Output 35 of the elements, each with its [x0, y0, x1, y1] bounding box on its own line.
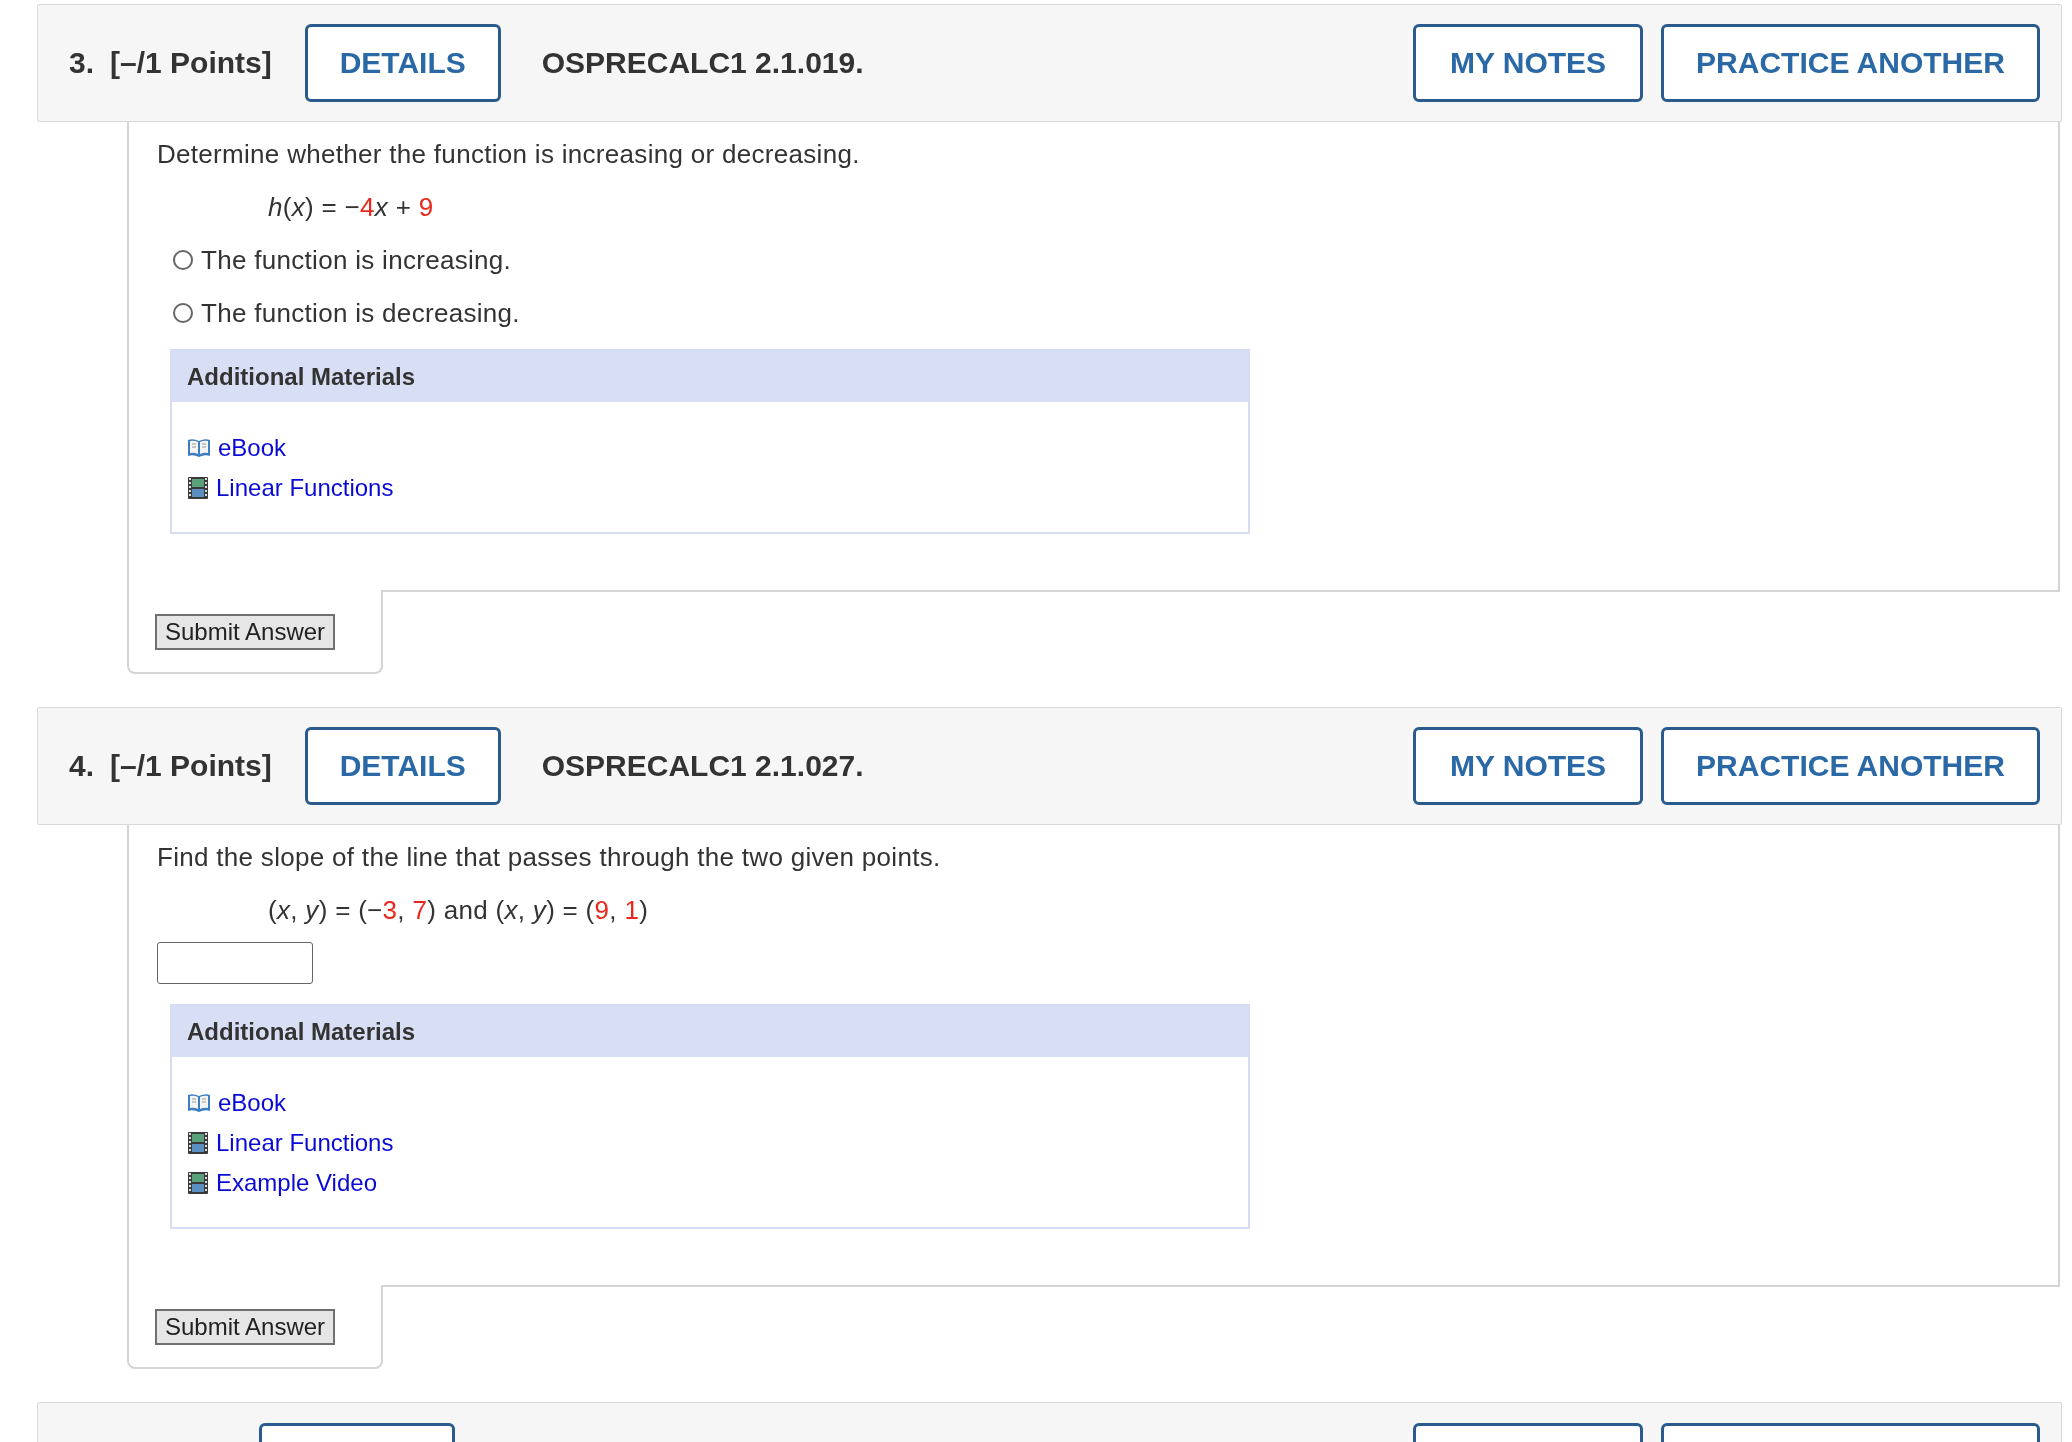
submit-answer-button[interactable]: Submit Answer — [155, 1309, 336, 1345]
my-notes-button[interactable]: MY NOTES — [1413, 727, 1643, 805]
question-prompt: Find the slope of the line that passes through the two given points. — [157, 841, 942, 874]
question-number: 3. — [69, 46, 95, 80]
material-link[interactable]: Example Video — [216, 1169, 377, 1197]
submit-answer-button[interactable]: Submit Answer — [155, 614, 336, 650]
material-link[interactable]: Linear Functions — [216, 1129, 394, 1157]
practice-another-button[interactable]: PRACTICE ANOTHER — [1661, 727, 2040, 805]
option-label: The function is decreasing. — [201, 297, 520, 329]
book-icon — [187, 437, 211, 459]
question-number: 4. — [69, 749, 95, 783]
film-strip-icon — [187, 1171, 209, 1195]
practice-another-button[interactable]: PRACTICE ANOTHER — [1661, 24, 2040, 102]
film-strip-icon — [187, 476, 209, 500]
book-icon — [187, 1092, 211, 1114]
film-strip-icon — [187, 1131, 209, 1155]
radio-button[interactable] — [173, 250, 193, 270]
details-button[interactable]: DETAILS — [304, 727, 501, 805]
material-link[interactable]: eBook — [218, 1089, 287, 1117]
my-notes-button[interactable]: MY NOTES — [1413, 24, 1643, 102]
points-label: [–/1 Points] — [110, 46, 272, 80]
equation: h(x) = −4x + 9 — [268, 191, 434, 223]
materials-title: Additional Materials — [172, 351, 1248, 402]
option-label: The function is increasing. — [201, 244, 512, 276]
points-label: [–/1 Points] — [110, 749, 272, 783]
equation: (x, y) = (−3, 7) and (x, y) = (9, 1) — [268, 894, 649, 926]
material-link[interactable]: Linear Functions — [216, 474, 394, 502]
answer-field[interactable] — [157, 942, 313, 984]
materials-title: Additional Materials — [172, 1006, 1248, 1057]
radio-button[interactable] — [173, 303, 193, 323]
question-title: OSPRECALC1 2.1.019. — [541, 46, 864, 80]
question-title: OSPRECALC1 2.1.027. — [541, 749, 864, 783]
question-prompt: Determine whether the function is increasing or decreasing. — [157, 138, 861, 171]
details-button[interactable]: DETAILS — [304, 24, 501, 102]
material-link[interactable]: eBook — [218, 434, 287, 462]
